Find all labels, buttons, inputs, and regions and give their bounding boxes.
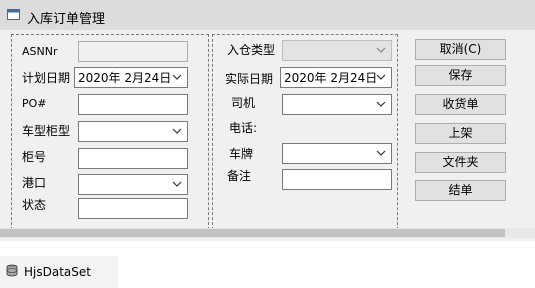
plan-date-picker[interactable]: 2020年 2月24日 — [74, 67, 188, 88]
horizontal-scrollbar[interactable] — [0, 228, 535, 238]
actual-date-label: 实际日期 — [225, 72, 274, 86]
chevron-down-icon — [376, 74, 386, 80]
dataset-icon — [6, 264, 18, 277]
actual-date-picker[interactable]: 2020年 2月24日 — [280, 67, 392, 88]
inbound-type-label: 入仓类型 — [227, 43, 276, 57]
form-window: 入库订单管理 ASNNr 计划日期 2020年 2月24日 PO# 车型柜型 柜… — [0, 0, 535, 230]
status-label: 状态 — [22, 198, 47, 212]
container-no-field[interactable] — [78, 148, 188, 169]
form-icon — [7, 9, 20, 20]
driver-combo[interactable] — [282, 94, 392, 115]
scrollbar-thumb[interactable] — [0, 229, 505, 237]
remark-field[interactable] — [282, 169, 392, 190]
inbound-type-combo[interactable] — [282, 40, 392, 61]
chevron-down-icon — [376, 101, 386, 107]
plate-combo[interactable] — [282, 143, 392, 164]
container-no-label: 柜号 — [22, 150, 47, 164]
chevron-down-icon — [172, 128, 182, 134]
driver-label: 司机 — [231, 96, 256, 110]
plan-date-value: 2020年 2月24日 — [78, 71, 172, 85]
remark-label: 备注 — [227, 169, 252, 183]
window-title: 入库订单管理 — [27, 12, 106, 27]
title-bar: 入库订单管理 — [0, 0, 535, 30]
cancel-button[interactable]: 取消(C) — [415, 39, 506, 60]
status-field[interactable] — [78, 198, 188, 219]
phone-label: 电话: — [229, 121, 258, 135]
receive-button[interactable]: 收货单 — [415, 94, 506, 115]
component-tray: HjsDataSet — [0, 241, 535, 288]
actual-date-value: 2020年 2月24日 — [284, 71, 378, 85]
shelve-button[interactable]: 上架 — [415, 123, 506, 144]
po-field[interactable] — [78, 94, 188, 115]
plan-date-label: 计划日期 — [22, 71, 71, 85]
chevron-down-icon — [172, 181, 182, 187]
chevron-down-icon — [376, 47, 386, 53]
close-order-button[interactable]: 结单 — [415, 180, 506, 201]
chevron-down-icon — [376, 150, 386, 156]
port-label: 港口 — [22, 176, 47, 190]
plate-label: 车牌 — [229, 147, 254, 161]
save-button[interactable]: 保存 — [415, 65, 506, 86]
asnnr-label: ASNNr — [22, 45, 58, 58]
po-label: PO# — [22, 97, 47, 110]
vehicle-type-label: 车型柜型 — [22, 124, 71, 138]
vehicle-type-combo[interactable] — [78, 121, 188, 142]
dataset-label: HjsDataSet — [24, 265, 91, 279]
port-combo[interactable] — [78, 174, 188, 195]
chevron-down-icon — [172, 74, 182, 80]
folder-button[interactable]: 文件夹 — [415, 152, 506, 173]
asnnr-field[interactable] — [78, 41, 188, 62]
